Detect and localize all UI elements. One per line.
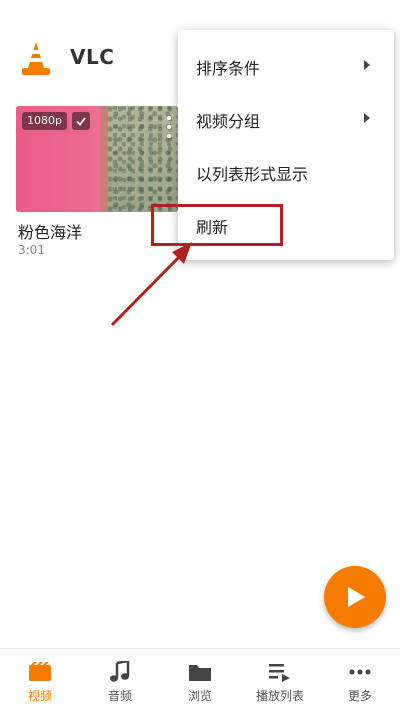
menu-item-label: 视频分组 [196, 112, 261, 131]
bottom-navigation: 视频 音频 浏览 播放列表 更多 [0, 648, 400, 711]
quality-badge: 1080p [22, 112, 67, 130]
nav-label: 音频 [107, 689, 132, 703]
more-vertical-icon[interactable] [166, 114, 172, 140]
nav-tab-more[interactable]: 更多 [320, 649, 400, 711]
submenu-arrow-icon [364, 60, 370, 70]
more-horizontal-icon [349, 669, 371, 675]
nav-label: 播放列表 [255, 689, 304, 703]
video-duration: 3:01 [18, 243, 45, 257]
nav-tab-audio[interactable]: 音频 [80, 649, 160, 711]
playlist-icon [269, 664, 290, 682]
menu-item-label: 以列表形式显示 [196, 165, 309, 184]
menu-item-group-videos[interactable]: 视频分组 [178, 93, 394, 145]
nav-tab-browse[interactable]: 浏览 [160, 649, 240, 711]
app-title: VLC [70, 45, 115, 69]
nav-tab-playlists[interactable]: 播放列表 [240, 649, 320, 711]
music-note-icon [110, 661, 130, 682]
nav-label: 更多 [347, 689, 372, 703]
nav-tab-video[interactable]: 视频 [0, 649, 80, 711]
menu-item-label: 排序条件 [196, 59, 261, 78]
annotation-arrow-icon [110, 242, 192, 327]
check-icon [72, 112, 90, 130]
video-thumbnail[interactable]: 1080p [16, 106, 178, 212]
folder-icon [189, 665, 211, 681]
play-all-button[interactable] [324, 566, 386, 628]
nav-label: 浏览 [187, 689, 212, 703]
video-icon [29, 662, 51, 681]
menu-item-display-as-list[interactable]: 以列表形式显示 [178, 146, 394, 198]
menu-item-sort-by[interactable]: 排序条件 [178, 40, 394, 92]
play-icon [348, 587, 365, 607]
nav-label: 视频 [27, 689, 52, 703]
video-title: 粉色海洋 [18, 223, 83, 242]
vlc-cone-icon [22, 42, 50, 75]
submenu-arrow-icon [364, 113, 370, 123]
